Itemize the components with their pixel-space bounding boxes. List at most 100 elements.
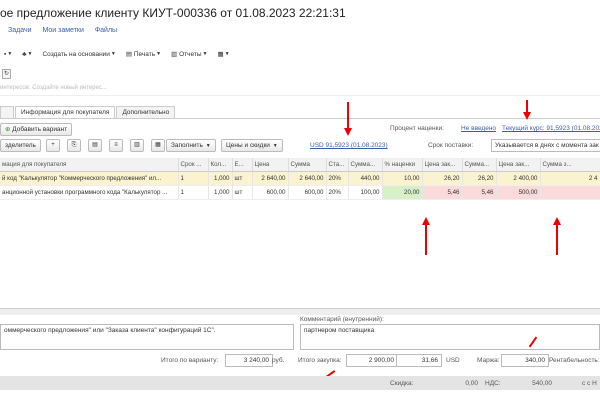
col-header[interactable]: Цена (252, 158, 289, 172)
cell[interactable]: 440,00 (348, 171, 383, 186)
col-header[interactable]: Сумма з... (540, 158, 600, 172)
col-header[interactable]: Сумма... (348, 158, 383, 172)
total-purchase-label: Итого закупка: (298, 357, 342, 364)
total-purchase-field: 2 900,00 (346, 354, 398, 367)
currency-link[interactable]: USD 91,5923 (01.08.2023) (310, 142, 388, 149)
annotation-arrowhead (422, 217, 430, 225)
col-header[interactable]: Е... (232, 158, 253, 172)
refresh-icon[interactable]: ↻ (2, 69, 11, 79)
rate-link[interactable]: Текущий курс: 91,5923 (01.08.2023 (502, 125, 600, 132)
cell[interactable]: 1 (178, 171, 209, 186)
annotation-arrow (425, 225, 427, 255)
cell[interactable]: 100,00 (348, 185, 383, 200)
col-header[interactable]: Цена зак... (496, 158, 541, 172)
footer-bar (0, 376, 600, 390)
discount-value: 0,00 (465, 380, 478, 387)
delivery-field[interactable]: Указывается в днях с момента зак (491, 139, 600, 152)
vat-value: 540,00 (532, 380, 552, 387)
fill-button[interactable]: Заполнить ▼ (166, 139, 216, 152)
cell[interactable]: 2 640,00 (288, 171, 327, 186)
discount-label: Скидка: (390, 380, 414, 387)
markup-field: 340,00 (501, 354, 549, 367)
col-header[interactable]: Кол... (208, 158, 233, 172)
cell[interactable]: 2 400,00 (496, 171, 541, 186)
report-icon: ▥ (171, 51, 178, 58)
cell[interactable]: 26,20 (462, 171, 497, 186)
margin-label: Процент наценки: (390, 125, 444, 132)
items-table: мация для покупателя Срок ... Кол... Е..… (0, 158, 600, 200)
cell[interactable]: 2 4 (540, 171, 600, 186)
margin-link[interactable]: Не введено (461, 125, 496, 132)
usd-label: USD (446, 357, 460, 364)
col-header[interactable]: % наценки (382, 158, 423, 172)
add-variant-button[interactable]: ⊕ Добавить вариант (0, 123, 73, 136)
col-header[interactable]: Ста... (326, 158, 349, 172)
total-variant-label: Итого по варианту: (161, 357, 219, 364)
nav-files[interactable]: Файлы (95, 27, 117, 34)
cell[interactable]: 1,000 (208, 185, 233, 200)
cell[interactable]: й код "Калькулятор "Коммерческого предло… (0, 171, 179, 186)
reports-button[interactable]: ▥ Отчеты ▼ (171, 50, 207, 59)
tab-main[interactable] (0, 106, 14, 118)
panel-splitter[interactable] (0, 308, 600, 315)
comment-field[interactable]: оммерческого предложения" или "Заказа кл… (0, 324, 294, 350)
comment-internal-field[interactable]: партнером поставщика (300, 324, 600, 350)
table-header: мация для покупателя Срок ... Кол... Е..… (0, 158, 600, 172)
create-based-button[interactable]: Создать на основании ▼ (42, 51, 115, 58)
cell[interactable]: шт (232, 185, 253, 200)
tab-buyer-info[interactable]: Информация для покупателя (15, 106, 116, 118)
save-menu[interactable]: ▪ ▼ (4, 51, 12, 58)
cell[interactable]: 20% (326, 171, 349, 186)
col-header[interactable]: мация для покупателя (0, 158, 179, 172)
cell[interactable]: 500,00 (496, 185, 541, 200)
cell[interactable]: 5,46 (422, 185, 463, 200)
total-variant-field: 3 240,00 (225, 354, 273, 367)
misc-menu[interactable]: ▦ ▼ (217, 50, 229, 58)
page-title: ое предложение клиенту КИУТ-000336 от 01… (0, 6, 346, 20)
nav-tasks[interactable]: Задачи (8, 27, 32, 34)
cell[interactable]: 2 640,00 (252, 171, 289, 186)
add-row-icon[interactable]: + (46, 139, 60, 152)
markup-label: Маржа: (477, 357, 500, 364)
attach-menu[interactable]: ♣ ▼ (22, 51, 32, 58)
list-icon[interactable]: ≡ (109, 139, 123, 152)
vat-tail: с с Н (582, 380, 597, 387)
col-header[interactable]: Сумма... (462, 158, 497, 172)
cell[interactable]: анционной установки программного кода "К… (0, 185, 179, 200)
prices-discounts-button[interactable]: Цены и скидки ▼ (221, 139, 283, 152)
comment-internal-label: Комментарий (внутренний): (300, 316, 384, 323)
cell[interactable]: 26,20 (422, 171, 463, 186)
print-button[interactable]: ▤ Печать ▼ (126, 50, 161, 59)
pin-icon: ♣ (22, 50, 27, 58)
profit-label: Рентабельность: (549, 357, 600, 364)
nav-links: Задачи Мои заметки Файлы (8, 27, 126, 34)
disk-icon: ▪ (4, 50, 7, 58)
cell[interactable]: шт (232, 171, 253, 186)
cell[interactable]: 1,000 (208, 171, 233, 186)
col-header[interactable]: Срок ... (178, 158, 209, 172)
cell[interactable]: 600,00 (288, 185, 327, 200)
table-row[interactable]: анционной установки программного кода "К… (0, 185, 600, 200)
paste-icon[interactable]: ▦ (151, 139, 165, 152)
tab-divider (0, 118, 600, 119)
table-row[interactable]: й код "Калькулятор "Коммерческого предло… (0, 171, 600, 186)
table-icon[interactable]: ▤ (88, 139, 102, 152)
cell[interactable]: 10,00 (382, 171, 423, 186)
tab-additional[interactable]: Дополнительно (116, 106, 176, 118)
separator-button[interactable]: зделитель (0, 139, 41, 152)
cell[interactable]: 5,46 (462, 185, 497, 200)
nav-notes[interactable]: Мои заметки (42, 27, 83, 34)
col-header[interactable]: Сумма (288, 158, 327, 172)
cell[interactable]: 20% (326, 185, 349, 200)
total-purchase-usd-field: 31,66 (396, 354, 442, 367)
col-header[interactable]: Цена зак... (422, 158, 463, 172)
annotation-arrowhead (553, 217, 561, 225)
tab-bar: Информация для покупателя Дополнительно (0, 106, 176, 118)
interest-search[interactable]: интересов: Создайте новый интерес... (0, 85, 600, 96)
cell[interactable]: 600,00 (252, 185, 289, 200)
copy-icon[interactable]: ⎘ (67, 139, 81, 152)
cell[interactable] (540, 185, 600, 200)
cell[interactable]: 20,00 (382, 185, 423, 200)
cell[interactable]: 1 (178, 185, 209, 200)
barcode-icon[interactable]: ▥ (130, 139, 144, 152)
